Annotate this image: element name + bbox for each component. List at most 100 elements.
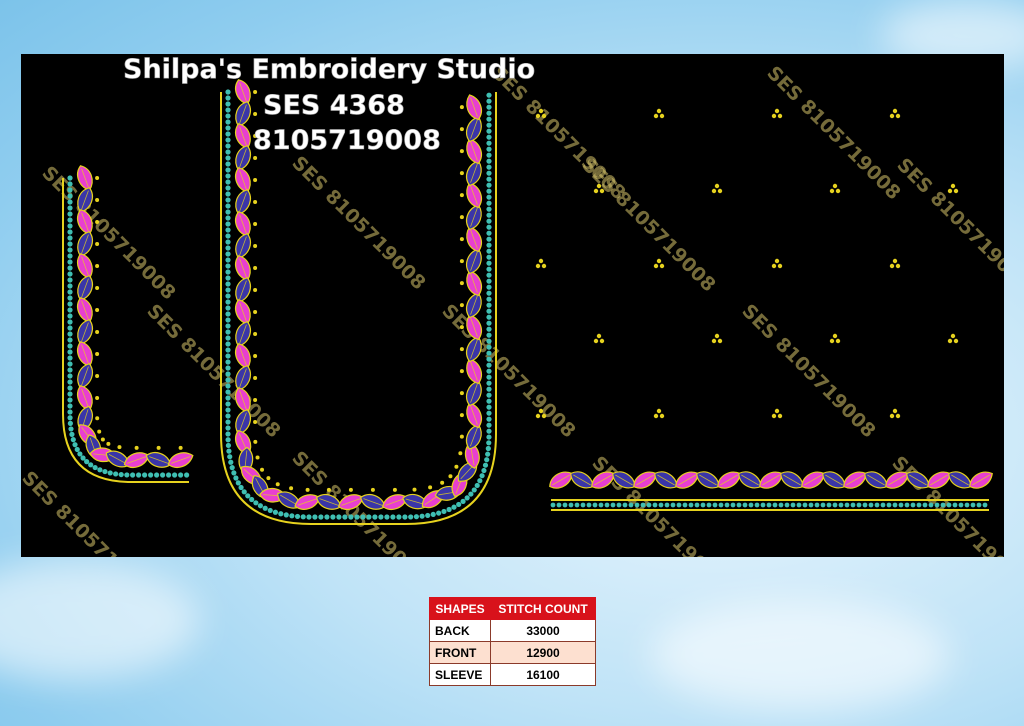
bead: [748, 502, 754, 508]
leaf-motif: [466, 94, 482, 121]
bead: [486, 350, 492, 356]
leaf-motif: [948, 471, 972, 489]
bead: [486, 332, 492, 338]
bead: [225, 329, 231, 335]
bead: [95, 308, 100, 312]
bead: [670, 502, 676, 508]
bead: [441, 508, 447, 515]
gold-dot-butti: [889, 408, 901, 419]
bead: [742, 502, 748, 508]
bead: [486, 212, 492, 218]
bead: [67, 283, 73, 289]
leaf-motif: [969, 471, 993, 489]
bead: [272, 509, 279, 515]
phone-number: 8105719008: [253, 125, 441, 156]
bead: [225, 119, 231, 125]
bead: [67, 319, 73, 325]
bead: [760, 502, 766, 508]
bead: [934, 502, 940, 508]
bead: [477, 478, 483, 484]
leaf-motif: [466, 380, 482, 407]
bead: [796, 502, 802, 508]
bead: [348, 514, 354, 520]
bead: [464, 495, 470, 501]
bead: [225, 245, 231, 251]
bead: [436, 510, 442, 516]
bead: [850, 502, 856, 508]
watermark-text: SES 8105719008: [21, 467, 160, 557]
bead: [225, 191, 231, 197]
bead: [459, 325, 464, 330]
leaf-motif: [466, 358, 482, 385]
watermark-text: SES 8105719008: [762, 62, 904, 204]
embroidery-design-canvas: SES 8105719008 SES 8105719008 SES 81057190…: [21, 54, 1004, 557]
bead: [556, 502, 562, 508]
bead: [225, 113, 231, 119]
bead: [694, 502, 700, 508]
bead: [67, 349, 73, 355]
bead: [300, 514, 306, 520]
bead: [486, 386, 492, 392]
bead: [253, 112, 258, 116]
bead: [706, 502, 712, 508]
bead: [486, 110, 492, 116]
bead: [354, 514, 360, 520]
bead: [154, 472, 160, 478]
bead: [958, 502, 964, 508]
bead: [832, 502, 838, 508]
bead: [754, 502, 760, 508]
bead: [486, 224, 492, 230]
bead: [486, 92, 492, 98]
bead: [253, 354, 258, 358]
bead: [486, 422, 492, 428]
shape-cell: SLEEVE: [429, 663, 491, 686]
bead: [486, 356, 492, 362]
leaf-motif: [466, 182, 482, 209]
bead: [778, 502, 784, 508]
leaf-motif: [466, 270, 482, 297]
bead: [253, 156, 258, 160]
bead: [485, 445, 491, 452]
bead: [278, 511, 284, 517]
bead: [486, 236, 492, 242]
bead: [646, 502, 652, 508]
bead: [67, 205, 73, 211]
bead: [446, 506, 452, 513]
watermark-text: SES 8105719008: [287, 152, 429, 294]
bead: [225, 401, 231, 407]
bead: [946, 502, 952, 508]
leaf-motif: [77, 253, 93, 279]
bead: [225, 341, 231, 347]
bead: [262, 505, 268, 511]
bead: [67, 391, 73, 397]
bead: [233, 475, 239, 481]
bead: [976, 502, 982, 508]
bead: [67, 259, 73, 265]
leaf-motif: [77, 363, 93, 389]
bead: [97, 429, 102, 434]
bead: [67, 343, 73, 349]
bead: [225, 377, 231, 383]
bead: [225, 287, 231, 293]
bead: [700, 502, 706, 508]
bead: [718, 502, 724, 508]
bead: [366, 514, 372, 520]
bead: [486, 368, 492, 374]
bead: [225, 161, 231, 167]
bead: [481, 467, 487, 474]
table-row-sleeve: SLEEVE 16100: [429, 663, 596, 686]
bead: [67, 211, 73, 217]
bead: [67, 361, 73, 367]
bead: [928, 502, 934, 508]
bead: [628, 502, 634, 508]
bead: [134, 445, 139, 450]
bead: [964, 502, 970, 508]
bead: [658, 502, 664, 508]
bead: [253, 420, 258, 424]
bead: [225, 395, 231, 401]
bead: [289, 486, 294, 491]
bead: [826, 502, 832, 508]
bead: [225, 251, 231, 257]
bead: [784, 502, 790, 508]
table-header-row: SHAPES STITCH COUNT: [429, 597, 596, 620]
